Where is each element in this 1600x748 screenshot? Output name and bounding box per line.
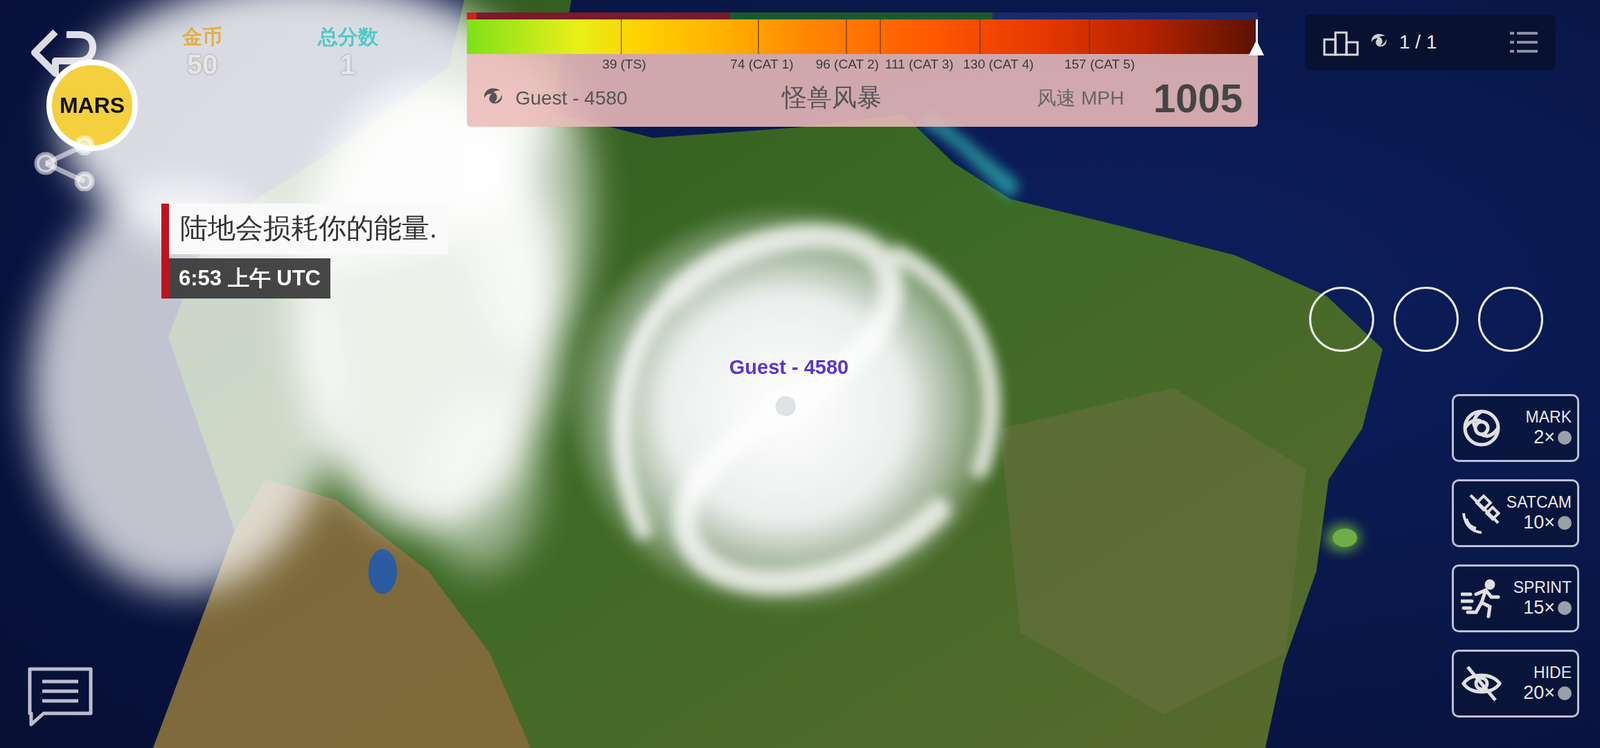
runner-icon [1460, 577, 1503, 620]
powerup-label: HIDE [1533, 663, 1572, 683]
strip-segment [476, 12, 730, 20]
powerup-cost-text: 15× [1523, 597, 1555, 619]
storm-label: Guest - 4580 [729, 356, 849, 379]
strip-segment [992, 12, 1258, 20]
game-time: 6:53 上午 UTC [169, 258, 331, 299]
stat-counter: 总分数1 [292, 24, 404, 80]
scale-tick: 39 (TS) [602, 56, 647, 73]
powerup-text: SPRINT15× [1505, 578, 1572, 619]
powerup-cost-text: 10× [1523, 511, 1555, 534]
powerup-cost: 15× [1523, 597, 1572, 619]
powerup-cost: 10× [1523, 511, 1572, 534]
stat-label: 金币 [182, 24, 223, 50]
powerup-list: MARK2× SATCAM10× SPRINT15× HIDE20× [1451, 394, 1580, 718]
scale-divider [620, 19, 622, 55]
target-icon [1460, 407, 1503, 449]
powerup-text: HIDE20× [1505, 663, 1572, 704]
game-message: 陆地会损耗你的能量.6:53 上午 UTC [161, 203, 449, 299]
scale-tick: 130 (CAT 4) [963, 56, 1035, 73]
powerup-slot[interactable] [1309, 286, 1375, 352]
rank-count: 1 / 1 [1399, 31, 1437, 54]
powerup-label: SATCAM [1506, 493, 1572, 512]
stat-label: 总分数 [317, 24, 379, 50]
scale-divider [1088, 19, 1091, 55]
powerup-button[interactable]: MARK2× [1451, 394, 1580, 462]
share-icon[interactable] [30, 135, 100, 192]
storm-icon [480, 85, 506, 111]
coin-dot [1557, 601, 1572, 616]
coin-dot [1557, 686, 1572, 701]
scale-divider [979, 19, 981, 55]
strip-segment [729, 12, 993, 20]
powerup-cost: 20× [1523, 682, 1572, 704]
strip-segment [466, 12, 477, 20]
scale-tick: 111 (CAT 3) [885, 56, 954, 73]
storm-name: Guest - 4580 [515, 87, 628, 110]
coin-dot [1557, 516, 1572, 530]
message-accent [161, 203, 170, 299]
powerup-cost: 2× [1533, 426, 1572, 449]
scale-tick: 74 (CAT 1) [730, 56, 794, 73]
scale-tick: 157 (CAT 5) [1064, 56, 1136, 73]
storm-panel: 39 (TS) 74 (CAT 1) 96 (CAT 2) 111 (CAT 3) 13… [466, 54, 1258, 127]
speed-unit: 风速 MPH [1036, 85, 1125, 112]
powerup-label: SPRINT [1513, 578, 1572, 598]
message-boxes: 陆地会损耗你的能量.6:53 上午 UTC [169, 203, 449, 299]
scale-strip [466, 12, 1258, 20]
powerup-button[interactable]: HIDE20× [1451, 649, 1580, 718]
powerup-slot[interactable] [1478, 286, 1544, 352]
storm-icon [1368, 31, 1390, 53]
scale-divider [879, 19, 882, 55]
podium-icon [1322, 28, 1359, 57]
eye-slash-icon [1460, 662, 1503, 705]
stat-value: 1 [340, 49, 356, 80]
wind-scale: 39 (TS) 74 (CAT 1) 96 (CAT 2) 111 (CAT 3) 13… [466, 12, 1258, 127]
stat-counter: 金币50 [146, 24, 258, 80]
scale-ticks: 39 (TS) 74 (CAT 1) 96 (CAT 2) 111 (CAT 3) 13… [466, 54, 1258, 75]
powerup-label: MARK [1525, 407, 1572, 427]
message-text: 陆地会损耗你的能量. [169, 203, 449, 255]
powerup-text: SATCAM10× [1505, 493, 1572, 534]
powerup-button[interactable]: SATCAM10× [1451, 479, 1580, 548]
scale-tick: 96 (CAT 2) [815, 56, 879, 73]
scale-divider [845, 19, 848, 55]
ranking-panel[interactable]: 1 / 1 [1304, 14, 1556, 70]
satellite-icon [1460, 492, 1503, 535]
coin-dot [1557, 430, 1572, 445]
powerup-button[interactable]: SPRINT15× [1451, 564, 1580, 633]
wind-speed: 1005 [1153, 74, 1243, 122]
player-badge-text: MARS [59, 92, 125, 119]
storm-title: 怪兽风暴 [637, 81, 1028, 115]
list-icon[interactable] [1509, 30, 1538, 55]
storm-info: Guest - 4580 怪兽风暴风速 MPH 1005 [466, 74, 1258, 127]
wind-bar [466, 19, 1258, 55]
powerup-slot[interactable] [1393, 286, 1459, 352]
marker-triangle [1248, 40, 1265, 56]
scale-divider [757, 19, 760, 55]
stat-value: 50 [187, 49, 219, 80]
chat-icon[interactable] [24, 664, 97, 728]
player-badge[interactable]: MARS [46, 59, 138, 151]
powerup-text: MARK2× [1505, 407, 1572, 449]
powerup-cost-text: 2× [1533, 426, 1555, 449]
wind-level-marker [1255, 19, 1258, 55]
powerup-cost-text: 20× [1523, 682, 1555, 704]
